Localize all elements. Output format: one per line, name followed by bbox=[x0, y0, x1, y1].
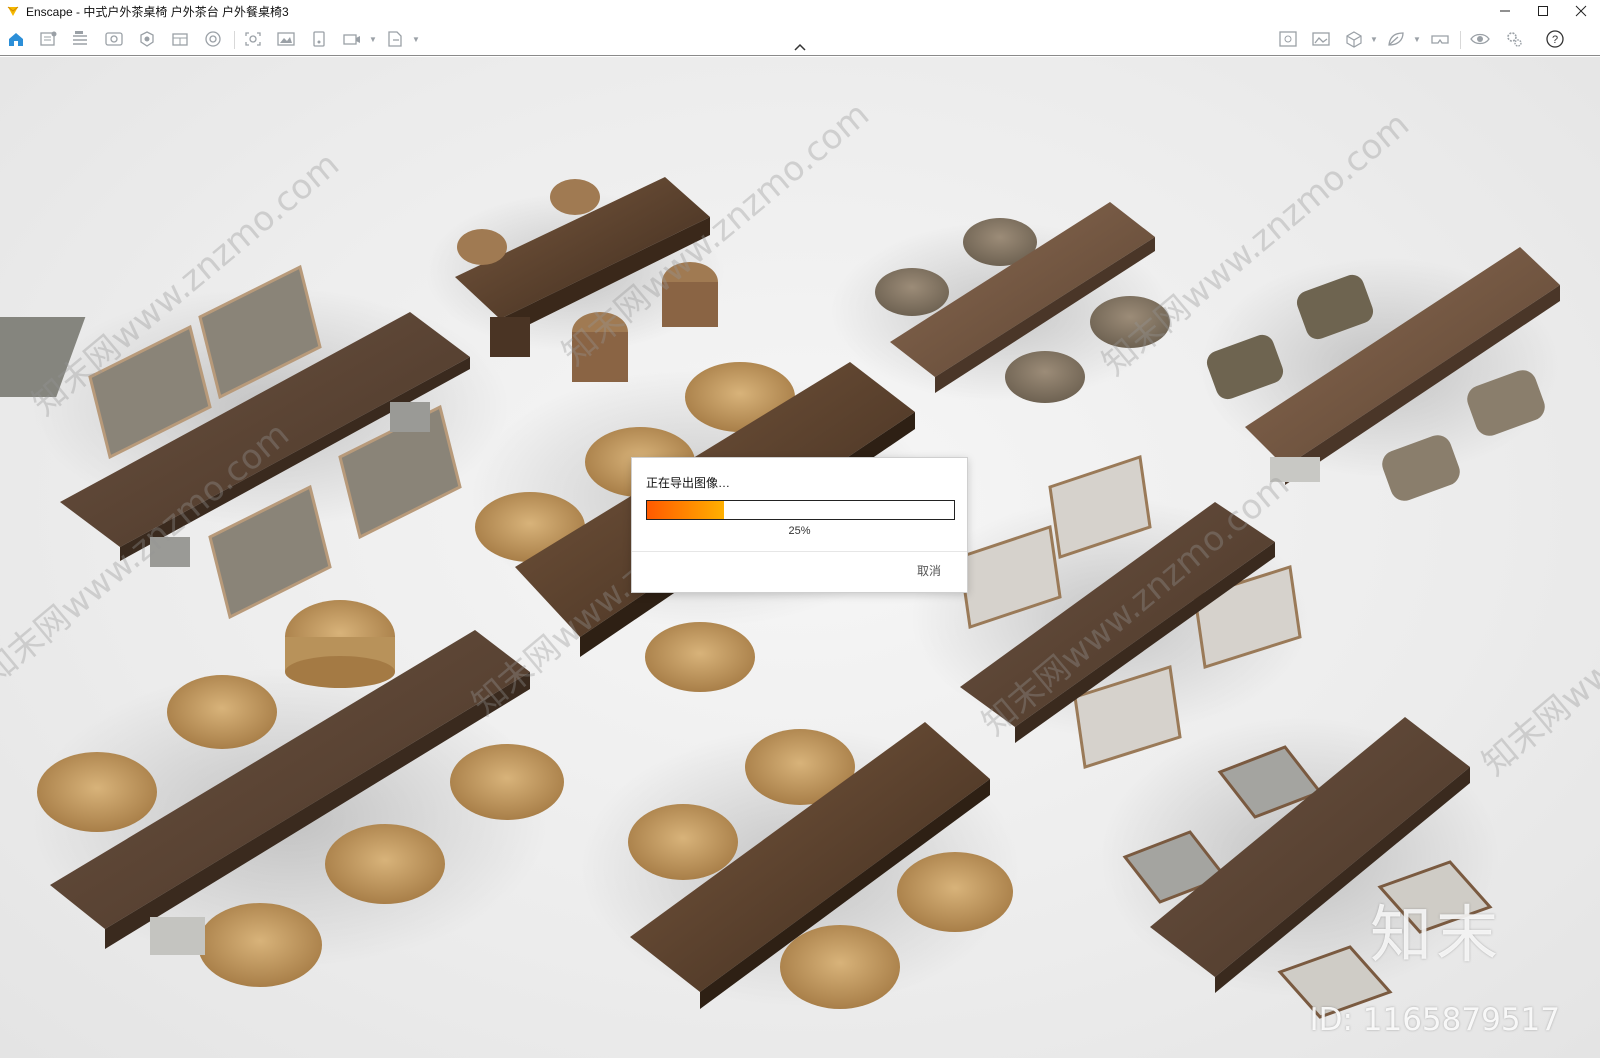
eye-icon bbox=[1470, 33, 1490, 45]
brand-id-text: ID: 1165879517 bbox=[1309, 1002, 1560, 1038]
window-title: Enscape - 中式户外茶桌椅 户外茶台 户外餐桌椅3 bbox=[26, 4, 289, 19]
dialog-divider bbox=[632, 551, 967, 552]
atmosphere-button[interactable] bbox=[203, 30, 223, 48]
grid-view-icon bbox=[1279, 31, 1297, 47]
progress-percent: 25% bbox=[788, 525, 811, 537]
visual-settings-button[interactable] bbox=[104, 30, 124, 48]
new-view-button[interactable] bbox=[38, 30, 58, 48]
video-editor-icon bbox=[343, 34, 360, 45]
minimize-icon bbox=[1500, 10, 1510, 12]
asset-library-button[interactable] bbox=[137, 30, 157, 48]
close-button[interactable] bbox=[1562, 0, 1600, 22]
export-icon bbox=[388, 31, 402, 47]
new-view-icon bbox=[40, 31, 57, 46]
panorama-button[interactable] bbox=[309, 30, 329, 48]
settings-button[interactable] bbox=[1504, 30, 1524, 48]
export-dropdown-caret-icon[interactable]: ▼ bbox=[412, 35, 420, 44]
maximize-button[interactable] bbox=[1524, 0, 1562, 22]
svg-text:?: ? bbox=[1552, 34, 1558, 46]
grid-view-button[interactable] bbox=[1278, 30, 1298, 48]
export-button[interactable] bbox=[385, 30, 405, 48]
views-list-icon bbox=[73, 31, 87, 45]
home-button[interactable] bbox=[6, 30, 26, 48]
cube-dropdown-caret-icon[interactable]: ▼ bbox=[1370, 35, 1378, 44]
brand-logo-text: 知末 bbox=[1369, 898, 1502, 971]
maximize-icon bbox=[1538, 6, 1548, 16]
window-controls bbox=[1486, 0, 1600, 22]
close-icon bbox=[1575, 5, 1587, 17]
toolbar-separator bbox=[234, 31, 235, 49]
vr-headset-button[interactable] bbox=[1430, 30, 1450, 48]
eye-button[interactable] bbox=[1470, 30, 1490, 48]
collapse-toolbar-chevron-icon[interactable] bbox=[792, 41, 808, 53]
export-progress-dialog: 正在导出图像… 25% 取消 bbox=[631, 457, 968, 593]
batch-render-icon bbox=[277, 32, 295, 46]
leaf-dropdown-caret-icon[interactable]: ▼ bbox=[1413, 35, 1421, 44]
visual-settings-icon bbox=[105, 32, 123, 46]
image-icon bbox=[1312, 32, 1330, 46]
screenshot-button[interactable] bbox=[243, 30, 263, 48]
atmosphere-icon bbox=[205, 31, 221, 47]
help-icon: ? bbox=[1546, 30, 1564, 48]
vr-headset-icon bbox=[1431, 35, 1449, 44]
leaf-icon bbox=[1388, 32, 1404, 46]
image-button[interactable] bbox=[1311, 30, 1331, 48]
help-button[interactable]: ? bbox=[1545, 30, 1565, 48]
cube-icon bbox=[1346, 31, 1362, 48]
batch-render-button[interactable] bbox=[276, 30, 296, 48]
settings-icon bbox=[1507, 32, 1522, 47]
progress-bar-fill bbox=[647, 501, 724, 519]
panorama-icon bbox=[313, 31, 325, 47]
video-dropdown-caret-icon[interactable]: ▼ bbox=[369, 35, 377, 44]
minimize-button[interactable] bbox=[1486, 0, 1524, 22]
cube-button[interactable] bbox=[1344, 30, 1364, 48]
material-editor-button[interactable] bbox=[170, 30, 190, 48]
enscape-logo-icon bbox=[7, 6, 19, 16]
title-bar: Enscape - 中式户外茶桌椅 户外茶台 户外餐桌椅3 bbox=[0, 0, 1600, 22]
dialog-title: 正在导出图像… bbox=[646, 476, 731, 490]
toolbar-separator bbox=[1460, 31, 1461, 49]
asset-library-icon bbox=[140, 31, 154, 47]
progress-bar bbox=[646, 500, 955, 520]
views-list-button[interactable] bbox=[70, 30, 90, 48]
cancel-button[interactable]: 取消 bbox=[917, 562, 941, 579]
screenshot-icon bbox=[245, 32, 261, 46]
leaf-button[interactable] bbox=[1386, 30, 1406, 48]
material-editor-icon bbox=[172, 33, 188, 46]
video-editor-button[interactable] bbox=[342, 30, 362, 48]
home-icon bbox=[9, 33, 23, 46]
